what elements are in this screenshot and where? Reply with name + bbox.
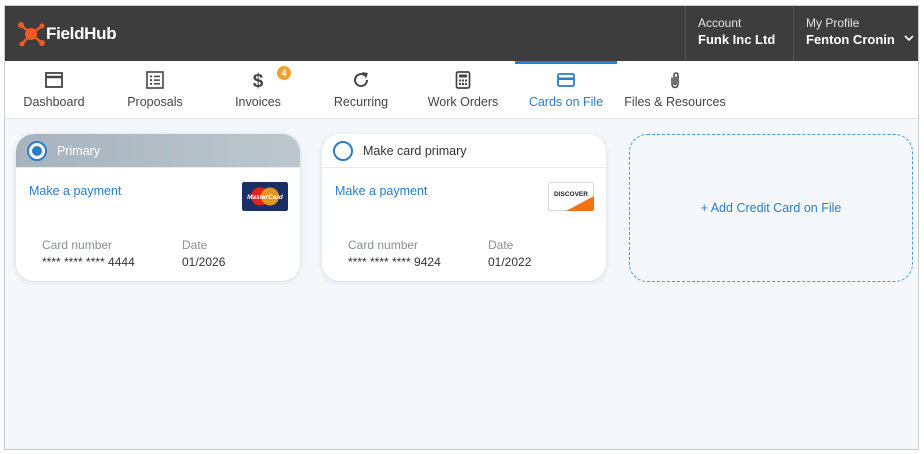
profile-menu[interactable]: My Profile Fenton Cronin [793,6,918,61]
window-icon [45,72,63,88]
tab-label: Cards on File [528,95,604,109]
logo-icon [18,22,45,47]
make-payment-link[interactable]: Make a payment [335,184,427,198]
refresh-icon [354,72,369,88]
date-label: Date [182,238,208,252]
card-header: Make card primary [322,134,606,168]
date-value: 01/2026 [182,255,226,269]
svg-text:$: $ [253,71,264,90]
card-header: Primary [16,134,300,168]
profile-value: Fenton Cronin [806,32,895,47]
top-bar: FieldHub Account Funk Inc Ltd My Profile… [5,6,918,61]
tab-label: Invoices [235,95,281,109]
saved-card: Make card primary Make a payment DISCOVE… [322,134,606,281]
card-header-label: Primary [57,143,101,158]
card-number-value: **** **** **** 9424 [348,255,441,269]
card-number-label: Card number [348,238,419,252]
account-label: Account [698,16,742,30]
account-menu[interactable]: Account Funk Inc Ltd [685,6,793,61]
add-credit-card-button[interactable]: + Add Credit Card on File [629,134,913,282]
tab-proposals[interactable]: Proposals [110,61,200,119]
profile-label: My Profile [806,16,860,30]
tab-label: Work Orders [427,95,499,109]
card-number-label: Card number [42,238,113,252]
tab-label: Files & Resources [624,95,726,109]
primary-radio[interactable] [27,140,47,161]
mastercard-wordmark: MasterCard [247,194,284,201]
tab-label: Dashboard [23,95,85,109]
chevron-down-icon[interactable] [904,33,914,43]
make-payment-link[interactable]: Make a payment [29,184,121,198]
discover-wordmark: DISCOVER [554,191,588,198]
saved-card-primary: Primary Make a payment MasterCard Card n… [16,134,300,281]
add-credit-card-label: + Add Credit Card on File [700,201,842,215]
card-number-value: **** **** **** 4444 [42,255,135,269]
list-icon [146,71,164,89]
tab-files-resources[interactable]: Files & Resources [623,61,727,119]
invoices-count-badge: 4 [277,66,291,80]
tab-cards-on-file[interactable]: Cards on File [515,61,617,119]
date-label: Date [488,238,514,252]
make-primary-radio[interactable] [333,140,353,161]
logo-text: FieldHub [46,24,117,43]
card-header-label: Make card primary [363,143,467,158]
calculator-icon [455,71,471,89]
main-nav: Dashboard Proposals $ 4 Invoices Recurri… [5,61,918,119]
fieldhub-logo[interactable]: FieldHub [16,20,117,48]
tab-invoices[interactable]: $ 4 Invoices [213,61,303,119]
tab-dashboard[interactable]: Dashboard [9,61,99,119]
date-value: 01/2022 [488,255,532,269]
mastercard-icon: MasterCard [242,182,288,211]
tab-work-orders[interactable]: Work Orders [418,61,508,119]
paperclip-icon [671,72,679,89]
app-window: FieldHub Account Funk Inc Ltd My Profile… [4,5,919,450]
account-value: Funk Inc Ltd [698,32,776,47]
tab-label: Recurring [333,95,389,109]
discover-icon: DISCOVER [548,182,594,211]
credit-card-icon [557,73,575,87]
tab-recurring[interactable]: Recurring [316,61,406,119]
dollar-icon: $ [253,71,264,90]
tab-label: Proposals [127,95,183,109]
